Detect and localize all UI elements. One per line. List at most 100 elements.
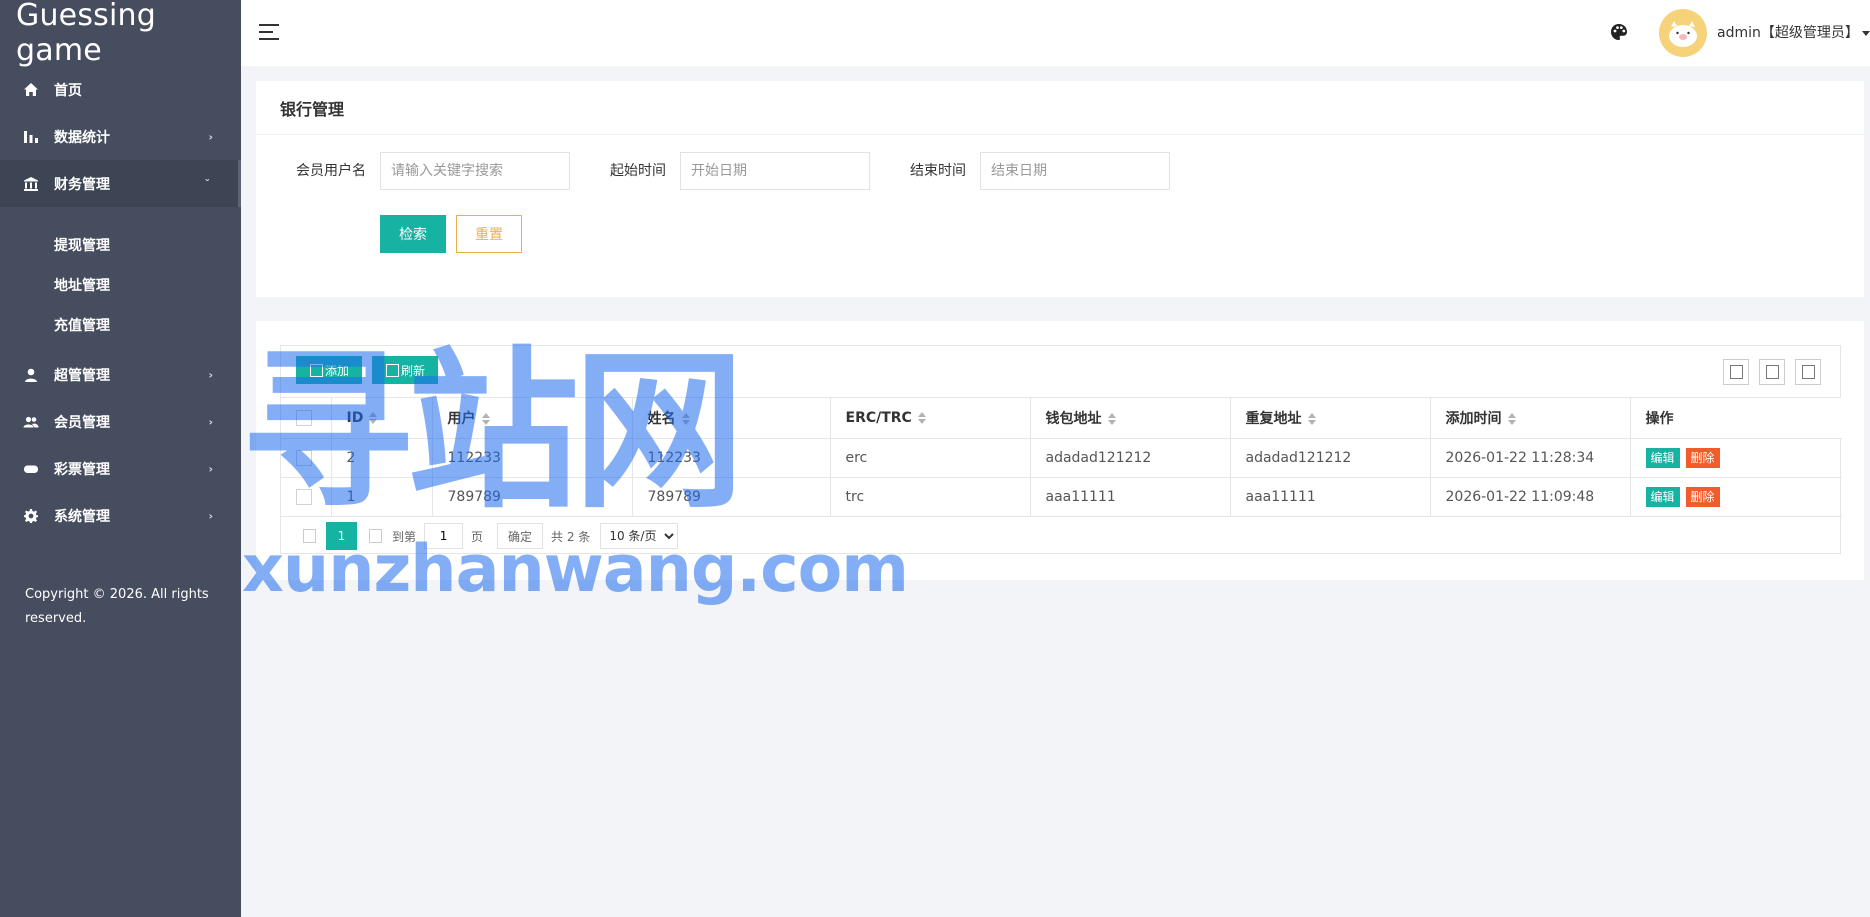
sort-icon[interactable]	[1107, 412, 1117, 425]
caret-down-icon	[1861, 30, 1870, 36]
data-table: ID 用户 姓名 ERC/TRC 钱包地址 重复地址 添加时间 操作 2 112…	[281, 398, 1842, 517]
sidebar-item-home[interactable]: 首页	[0, 66, 241, 113]
prev-page-icon[interactable]	[303, 529, 316, 543]
print-icon[interactable]	[1795, 359, 1821, 385]
users-icon	[22, 413, 40, 431]
finance-submenu: 提现管理 地址管理 充值管理	[0, 207, 241, 351]
search-form: 会员用户名 起始时间 结束时间	[256, 152, 1864, 190]
cell-user: 789789	[432, 477, 633, 517]
row-checkbox[interactable]	[296, 488, 312, 505]
pagination: 1 到第 页 确定 共 2 条 10 条/页	[297, 522, 679, 550]
bank-icon	[22, 175, 40, 193]
cell-user: 112233	[432, 438, 633, 478]
column-header-actions: 操作	[1630, 398, 1842, 439]
user-menu[interactable]: admin【超级管理员】	[1717, 22, 1870, 42]
cell-name: 789789	[632, 477, 831, 517]
table-row: 1 789789 789789 trc aaa11111 aaa11111 20…	[281, 477, 1842, 517]
sidebar-item-admins[interactable]: 超管管理 ›	[0, 351, 241, 398]
home-icon	[22, 81, 40, 99]
search-button[interactable]: 检索	[380, 215, 446, 253]
goto-label: 到第	[392, 529, 417, 544]
reset-button[interactable]: 重置	[456, 215, 522, 253]
copyright: Copyright © 2026. All rights reserved.	[25, 587, 209, 626]
sidebar-item-system[interactable]: 系统管理 ›	[0, 492, 241, 539]
username-label: 会员用户名	[296, 163, 366, 179]
sidebar-item-members[interactable]: 会员管理 ›	[0, 398, 241, 445]
select-all-cell	[281, 398, 332, 439]
menu-toggle-icon[interactable]	[259, 23, 281, 41]
page-size-select[interactable]: 10 条/页	[600, 523, 679, 549]
export-icon[interactable]	[1759, 359, 1785, 385]
username-search-input[interactable]	[380, 152, 570, 190]
page-title: 银行管理	[256, 81, 1864, 135]
cell-wallet: adadad121212	[1030, 438, 1231, 478]
bar-chart-icon	[22, 128, 40, 146]
column-header-id[interactable]: ID	[331, 398, 433, 439]
sort-icon[interactable]	[917, 411, 927, 424]
edit-button[interactable]: 编辑	[1645, 486, 1680, 507]
end-date-input[interactable]	[980, 152, 1170, 190]
sort-icon[interactable]	[1507, 412, 1517, 425]
goto-confirm-button[interactable]: 确定	[497, 523, 544, 549]
sort-icon[interactable]	[369, 411, 378, 424]
cell-id: 2	[331, 438, 433, 478]
total-count: 共 2 条	[551, 529, 591, 544]
refresh-button[interactable]: 刷新	[372, 356, 438, 384]
avatar[interactable]	[1659, 9, 1707, 57]
cell-id: 1	[331, 477, 433, 517]
sidebar-item-label: 系统管理	[54, 508, 110, 525]
column-header-erc-trc[interactable]: ERC/TRC	[830, 398, 1031, 439]
chevron-right-icon: ›	[208, 368, 213, 381]
sidebar-item-label: 数据统计	[54, 129, 110, 146]
submenu-item-address[interactable]: 地址管理	[0, 265, 241, 305]
search-panel: 银行管理 会员用户名 起始时间 结束时间 检索 重置	[256, 81, 1864, 297]
cell-type: trc	[830, 477, 1031, 517]
column-header-wallet[interactable]: 钱包地址	[1030, 398, 1231, 439]
chevron-right-icon: ›	[208, 509, 213, 522]
sidebar: Guessing game 首页 数据统计 › 财务管理 ˇ 提现管理 地址管理…	[0, 0, 241, 917]
table-panel: 添加 刷新 ID 用户 姓名 ERC/TRC 钱包地址 重复地址 添加时间 操作…	[256, 321, 1864, 580]
page-unit-label: 页	[471, 529, 484, 544]
chevron-right-icon: ›	[208, 415, 213, 428]
sidebar-item-finance[interactable]: 财务管理 ˇ	[0, 160, 241, 207]
sort-icon[interactable]	[681, 412, 691, 425]
cell-actions: 编辑 删除	[1630, 438, 1842, 478]
gamepad-icon	[22, 460, 40, 478]
topbar: admin【超级管理员】	[241, 0, 1870, 66]
column-header-time[interactable]: 添加时间	[1430, 398, 1631, 439]
column-header-user[interactable]: 用户	[432, 398, 633, 439]
page-1-button[interactable]: 1	[326, 522, 357, 550]
refresh-icon	[386, 363, 399, 377]
submenu-item-recharge[interactable]: 充值管理	[0, 305, 241, 345]
add-button[interactable]: 添加	[296, 356, 362, 384]
delete-button[interactable]: 删除	[1685, 447, 1720, 468]
select-all-checkbox[interactable]	[296, 409, 312, 426]
sidebar-item-stats[interactable]: 数据统计 ›	[0, 113, 241, 160]
cell-time: 2026-01-22 11:28:34	[1430, 438, 1631, 478]
column-header-name[interactable]: 姓名	[632, 398, 831, 439]
column-header-dup-address[interactable]: 重复地址	[1230, 398, 1431, 439]
sidebar-item-lottery[interactable]: 彩票管理 ›	[0, 445, 241, 492]
sidebar-item-label: 彩票管理	[54, 461, 110, 478]
edit-button[interactable]: 编辑	[1645, 447, 1680, 468]
sort-icon[interactable]	[481, 412, 491, 425]
data-table-container: 添加 刷新 ID 用户 姓名 ERC/TRC 钱包地址 重复地址 添加时间 操作…	[280, 345, 1842, 554]
sidebar-item-label: 首页	[54, 82, 82, 99]
page-number-input[interactable]	[424, 523, 464, 549]
columns-icon[interactable]	[1723, 359, 1749, 385]
brand-title: Guessing game	[16, 0, 156, 68]
cell-wallet: aaa11111	[1030, 477, 1231, 517]
delete-button[interactable]: 删除	[1685, 486, 1720, 507]
row-select-cell	[281, 477, 332, 517]
submenu-item-withdraw[interactable]: 提现管理	[0, 225, 241, 265]
table-header-row: ID 用户 姓名 ERC/TRC 钱包地址 重复地址 添加时间 操作	[281, 398, 1842, 439]
next-page-icon[interactable]	[369, 529, 382, 543]
table-row: 2 112233 112233 erc adadad121212 adadad1…	[281, 438, 1842, 478]
cell-name: 112233	[632, 438, 831, 478]
start-date-input[interactable]	[680, 152, 870, 190]
row-checkbox[interactable]	[296, 449, 312, 466]
palette-icon[interactable]	[1609, 22, 1629, 42]
cell-dup-address: aaa11111	[1230, 477, 1431, 517]
chevron-right-icon: ›	[208, 462, 213, 475]
sort-icon[interactable]	[1307, 412, 1317, 425]
